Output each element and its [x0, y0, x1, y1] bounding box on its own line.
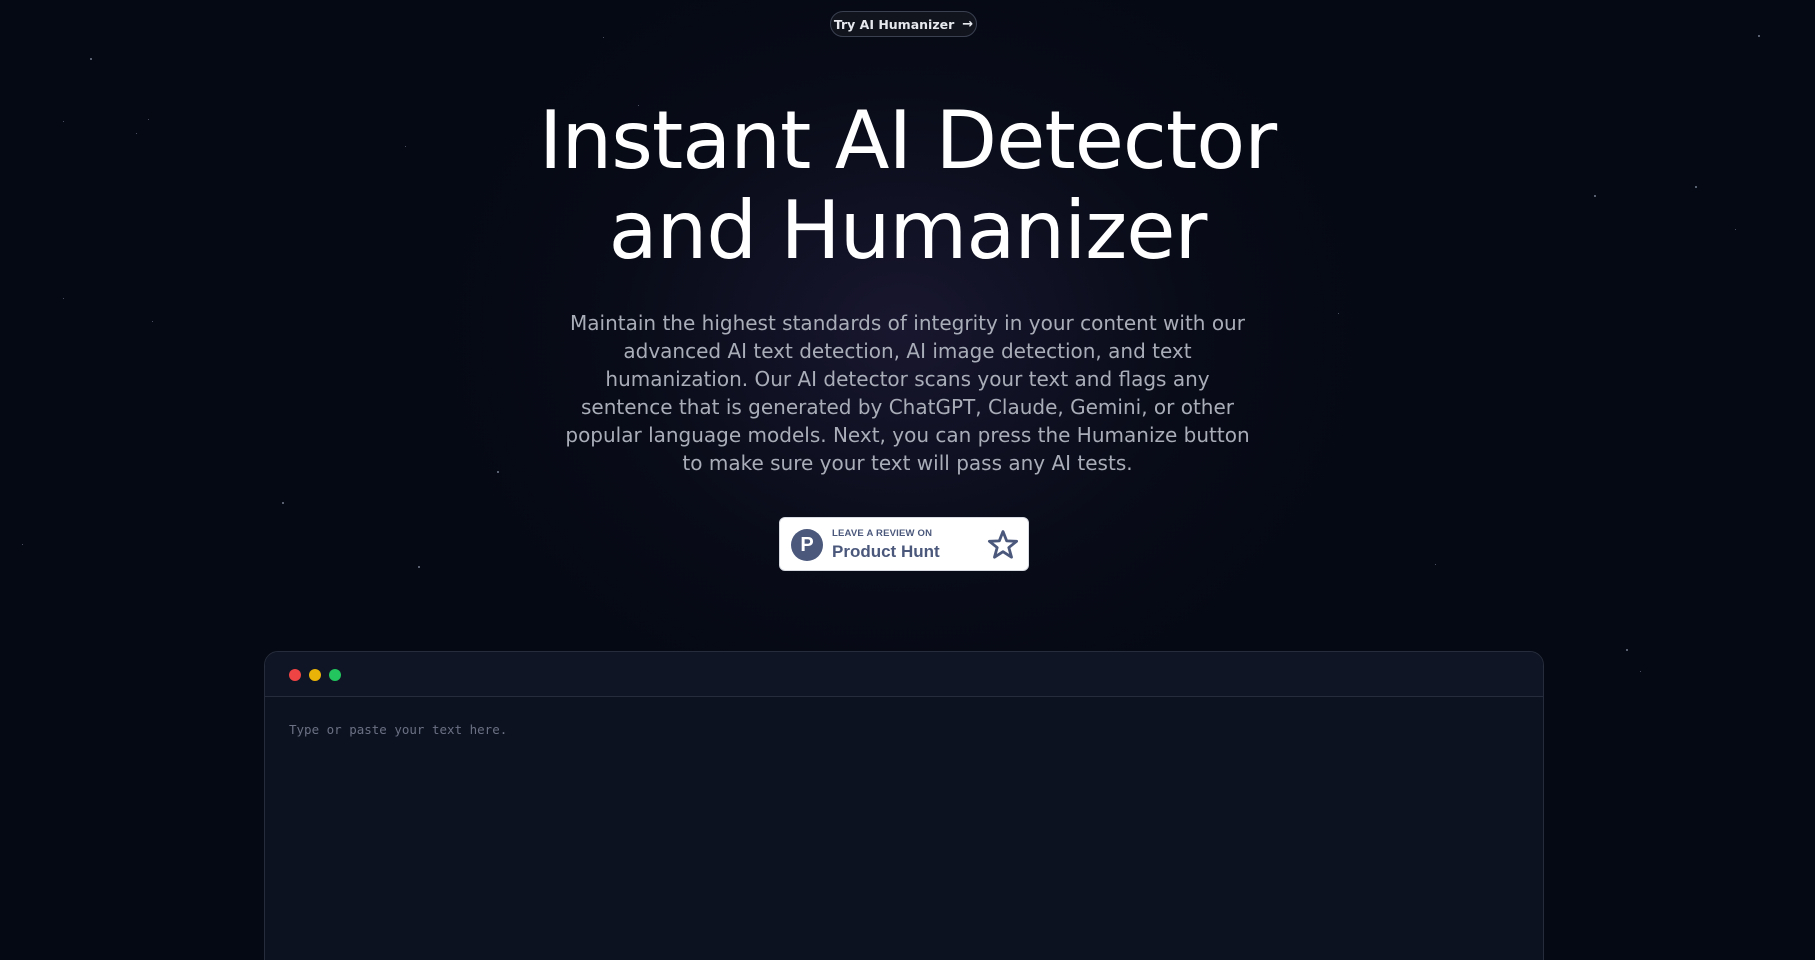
try-ai-humanizer-button[interactable]: Try AI Humanizer →	[830, 11, 977, 37]
product-hunt-review-badge[interactable]: P LEAVE A REVIEW ON Product Hunt	[779, 517, 1029, 571]
text-editor-window	[264, 651, 1544, 960]
arrow-right-icon: →	[962, 16, 974, 32]
page-title: Instant AI Detector and Humanizer	[0, 96, 1815, 276]
page-title-line-2: and Humanizer	[608, 184, 1208, 277]
window-maximize-dot	[329, 669, 341, 681]
product-hunt-small-label: LEAVE A REVIEW ON	[832, 528, 933, 539]
window-minimize-dot	[309, 669, 321, 681]
window-close-dot	[289, 669, 301, 681]
text-input[interactable]	[265, 697, 1543, 960]
star-outline-icon	[987, 530, 1019, 559]
product-hunt-text: LEAVE A REVIEW ON Product Hunt	[832, 528, 940, 563]
editor-title-bar	[265, 652, 1543, 697]
page-title-line-1: Instant AI Detector	[538, 94, 1277, 187]
product-hunt-big-label: Product Hunt	[832, 542, 940, 561]
hero-description: Maintain the highest standards of integr…	[565, 311, 1250, 475]
try-ai-humanizer-label: Try AI Humanizer	[833, 16, 955, 32]
product-hunt-logo: P	[791, 529, 823, 561]
